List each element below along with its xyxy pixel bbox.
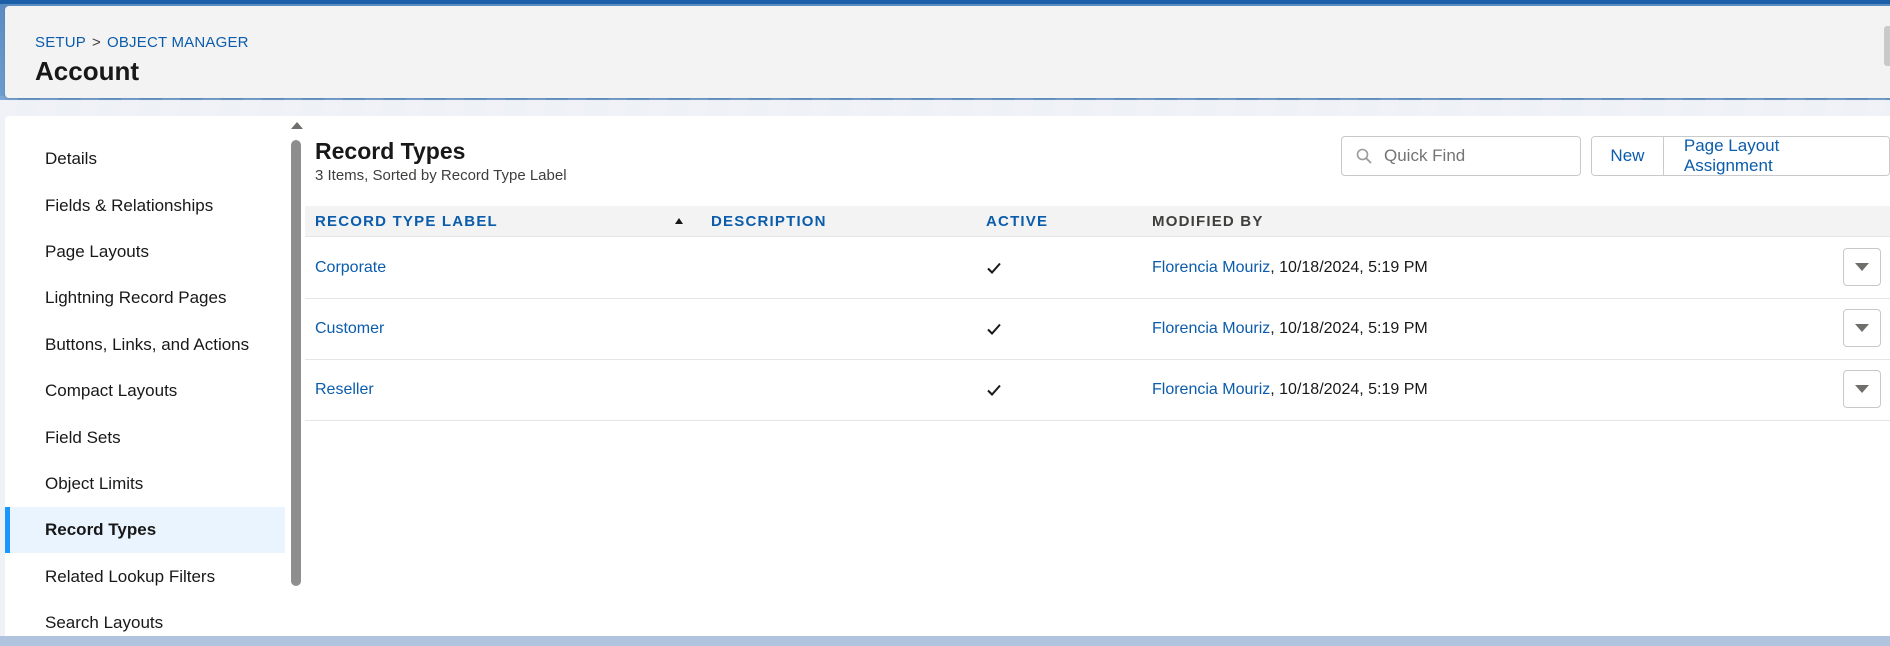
page-header: SETUP > OBJECT MANAGER Account bbox=[5, 6, 1890, 98]
table-row: Reseller Florencia Mouriz, 10/18/2024, 5… bbox=[305, 359, 1890, 421]
modified-by-user-link[interactable]: Florencia Mouriz bbox=[1152, 381, 1270, 399]
section-title: Record Types bbox=[315, 138, 466, 164]
sidebar-item-search-layouts[interactable]: Search Layouts bbox=[5, 600, 285, 646]
sidebar-item-field-sets[interactable]: Field Sets bbox=[5, 415, 285, 461]
column-header-active[interactable]: ACTIVE bbox=[986, 206, 1048, 236]
sidebar-item-details[interactable]: Details bbox=[5, 136, 285, 182]
modified-by-cell: Florencia Mouriz, 10/18/2024, 5:19 PM bbox=[1152, 298, 1428, 359]
page-title: Account bbox=[35, 56, 139, 86]
page-layout-assignment-button[interactable]: Page Layout Assignment bbox=[1662, 137, 1889, 175]
quick-find-box[interactable] bbox=[1341, 136, 1581, 176]
sidebar-item-object-limits[interactable]: Object Limits bbox=[5, 461, 285, 507]
new-button[interactable]: New bbox=[1592, 137, 1663, 175]
modified-by-cell: Florencia Mouriz, 10/18/2024, 5:19 PM bbox=[1152, 359, 1428, 420]
sidebar-item-compact-layouts[interactable]: Compact Layouts bbox=[5, 368, 285, 414]
active-cell bbox=[986, 298, 1002, 359]
sidebar-item-lightning-record-pages[interactable]: Lightning Record Pages bbox=[5, 275, 285, 321]
checkmark-icon bbox=[987, 384, 1001, 396]
table-header: RECORD TYPE LABEL DESCRIPTION ACTIVE MOD… bbox=[305, 206, 1890, 237]
chevron-down-icon bbox=[1855, 324, 1869, 332]
column-header-modified-by: MODIFIED BY bbox=[1152, 212, 1264, 230]
sidebar-item-fields-relationships[interactable]: Fields & Relationships bbox=[5, 183, 285, 229]
record-type-link[interactable]: Customer bbox=[315, 320, 384, 338]
table-row: Corporate Florencia Mouriz, 10/18/2024, … bbox=[305, 237, 1890, 299]
background-pattern bbox=[0, 96, 1890, 118]
checkmark-icon bbox=[987, 262, 1001, 274]
table-row: Customer Florencia Mouriz, 10/18/2024, 5… bbox=[305, 298, 1890, 360]
column-header-label[interactable]: RECORD TYPE LABEL bbox=[315, 206, 498, 236]
modified-by-user-link[interactable]: Florencia Mouriz bbox=[1152, 259, 1270, 277]
chevron-down-icon bbox=[1855, 263, 1869, 271]
active-cell bbox=[986, 237, 1002, 298]
sidebar-scrollbar[interactable] bbox=[291, 140, 301, 586]
main-content: Record Types 3 Items, Sorted by Record T… bbox=[305, 116, 1890, 636]
action-button-group: New Page Layout Assignment bbox=[1591, 136, 1890, 176]
modified-by-user-link[interactable]: Florencia Mouriz bbox=[1152, 320, 1270, 338]
breadcrumb-separator: > bbox=[92, 34, 101, 51]
sidebar-item-page-layouts[interactable]: Page Layouts bbox=[5, 229, 285, 275]
search-icon bbox=[1356, 148, 1372, 164]
row-action-menu-button[interactable] bbox=[1843, 309, 1881, 347]
record-type-link[interactable]: Corporate bbox=[315, 259, 386, 277]
breadcrumb: SETUP > OBJECT MANAGER bbox=[35, 34, 249, 51]
column-header-description[interactable]: DESCRIPTION bbox=[711, 206, 827, 236]
sidebar-item-related-lookup-filters[interactable]: Related Lookup Filters bbox=[5, 554, 285, 600]
checkmark-icon bbox=[987, 323, 1001, 335]
record-type-link[interactable]: Reseller bbox=[315, 381, 374, 399]
sort-ascending-icon[interactable] bbox=[675, 218, 683, 224]
modified-date: , 10/18/2024, 5:19 PM bbox=[1270, 380, 1428, 398]
sidebar: Details Fields & Relationships Page Layo… bbox=[5, 116, 306, 636]
sidebar-item-record-types[interactable]: Record Types bbox=[5, 507, 285, 553]
modified-date: , 10/18/2024, 5:19 PM bbox=[1270, 319, 1428, 337]
sidebar-item-buttons-links-actions[interactable]: Buttons, Links, and Actions bbox=[5, 322, 285, 368]
breadcrumb-object-manager[interactable]: OBJECT MANAGER bbox=[107, 34, 249, 51]
modified-date: , 10/18/2024, 5:19 PM bbox=[1270, 258, 1428, 276]
modified-by-cell: Florencia Mouriz, 10/18/2024, 5:19 PM bbox=[1152, 237, 1428, 298]
chevron-down-icon bbox=[1855, 385, 1869, 393]
breadcrumb-setup[interactable]: SETUP bbox=[35, 34, 86, 51]
row-action-menu-button[interactable] bbox=[1843, 248, 1881, 286]
active-cell bbox=[986, 359, 1002, 420]
header-scroll-edge bbox=[1884, 26, 1890, 66]
section-subtitle: 3 Items, Sorted by Record Type Label bbox=[315, 167, 567, 184]
row-action-menu-button[interactable] bbox=[1843, 370, 1881, 408]
quick-find-input[interactable] bbox=[1382, 145, 1566, 167]
scroll-up-arrow-icon[interactable] bbox=[291, 122, 303, 129]
